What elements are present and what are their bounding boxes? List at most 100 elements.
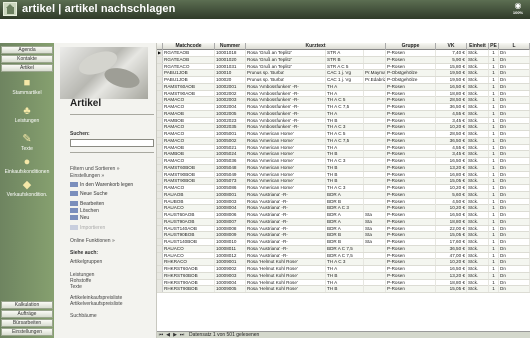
table-row[interactable]: RHKRST60AOB 10009002 Rosa 'Helmut Kohl Ros… — [157, 266, 530, 273]
table-row[interactable]: RAUACO 10008011 Rosa 'Austriana' -R- BDR A … — [157, 245, 530, 253]
nav-button-einstellungen[interactable]: Einstellungen — [1, 328, 53, 336]
table-cell: 28,50 € — [436, 97, 467, 104]
nav-item-label: Leistungen — [14, 118, 40, 124]
first-record-button[interactable]: ⏮ — [158, 332, 164, 338]
table-row[interactable]: RAMACO 10005002 Rosa 'American Home' TH A C… — [157, 137, 530, 145]
prev-record-button[interactable]: ◀ — [165, 332, 171, 338]
table-row[interactable]: RAMST60AOB 10002001 Rosa 'Ambossfunken' -R… — [157, 83, 530, 91]
nav-button-buersarbeiten[interactable]: Bürsarbeiten — [1, 319, 53, 327]
table-cell: Dn — [499, 117, 530, 124]
column-header-gruppe[interactable]: Gruppe — [386, 43, 436, 50]
table-row[interactable]: RAMAOB 10005021 Rosa 'American Home' TH A P-… — [157, 144, 530, 152]
table-cell: RAUAOB — [163, 191, 215, 198]
table-row[interactable]: RAMST90BOB 10005073 Rosa 'American Home' TH… — [157, 178, 530, 185]
table-row[interactable]: RAMAOB 10002005 Rosa 'Ambossfunken' -R- TH … — [157, 110, 530, 118]
column-header-vk[interactable]: VK — [436, 43, 467, 50]
table-row[interactable]: RGATEAOB 10001020 Rosa 'Gruß an Teplitz' ST… — [157, 56, 530, 64]
table-row[interactable]: RAMST90AOB 10002002 Rosa 'Ambossfunken' -R… — [157, 90, 530, 98]
edit-button[interactable]: Bearbeiten — [70, 201, 104, 207]
link-suchbaeume[interactable]: Suchbäume — [70, 313, 97, 319]
table-cell: RAUST140BOB — [163, 239, 215, 245]
table-cell: RAMACO — [163, 124, 215, 131]
table-cell: P-Rosen — [386, 90, 436, 97]
column-header-kurztext[interactable]: Kurztext — [246, 43, 386, 50]
table-cell — [364, 124, 386, 131]
table-row[interactable]: RAMACO 10002035 Rosa 'Ambossfunken' -R- TH … — [157, 124, 530, 131]
new-search-button[interactable]: Neue Suche — [70, 191, 108, 197]
next-record-button[interactable]: ▶ — [172, 332, 178, 338]
settings-link[interactable]: Einstellungen » — [70, 173, 104, 179]
column-header-nummer[interactable]: Nummer — [215, 43, 246, 50]
table-row[interactable]: RAUBOB 10008003 Rosa 'Austriana' -R- BDR B P… — [157, 198, 530, 206]
last-record-button[interactable]: ⏭ — [179, 332, 185, 338]
home-icon[interactable] — [3, 2, 17, 16]
link-verkaufspreisliste[interactable]: Artikelverkaufspreisliste — [70, 301, 123, 307]
nav-item-leistungen[interactable]: ♣ Leistungen — [0, 105, 54, 124]
table-row[interactable]: PABU1JOB 100010 Prunus sp. 'Burba' CAC 1 j.… — [157, 70, 530, 77]
table-row[interactable]: RAUST60AOB 10008006 Rosa 'Austriana' -R- BD… — [157, 212, 530, 219]
nav-button-auftraege[interactable]: Aufträge — [1, 310, 53, 318]
nav-button-agenda[interactable]: Agenda — [1, 46, 53, 54]
table-cell: Rosa 'American Home' — [246, 131, 326, 137]
table-row[interactable]: RAUACO 10008012 Rosa 'Austriana' -R- BDR A … — [157, 252, 530, 260]
online-functions-link[interactable]: Online Funktionen » — [70, 238, 115, 244]
table-cell: TH A — [326, 110, 364, 117]
table-cell: 10008012 — [215, 252, 246, 259]
nav-item-texte[interactable]: ✎ Texte — [0, 133, 54, 152]
column-header-einheit[interactable]: Einheit — [467, 43, 489, 50]
table-row[interactable]: RHKRACO 10009001 Rosa 'Helmut Kohl Rose' TH… — [157, 259, 530, 266]
table-row[interactable]: RAMACO 10005086 Rosa 'American Home' TH A C… — [157, 185, 530, 192]
table-cell: 13,20 € — [436, 164, 467, 171]
new-button[interactable]: Neu — [70, 215, 89, 221]
nav-button-kontakte[interactable]: Kontakte — [1, 55, 53, 63]
table-row[interactable]: RAMACO 10002003 Rosa 'Ambossfunken' -R- TH … — [157, 97, 530, 104]
table-row[interactable]: RAUST90AOB 10008007 Rosa 'Austriana' -R- BD… — [157, 218, 530, 226]
delete-button[interactable]: Löschen — [70, 208, 99, 214]
table-cell: P-Obstgehölze — [386, 70, 436, 77]
table-row[interactable]: RAUST140BOB 10008010 Rosa 'Austriana' -R- B… — [157, 239, 530, 246]
table-cell: RGATEACO — [163, 63, 215, 70]
table-row[interactable]: RAUAOB 10008001 Rosa 'Austriana' -R- BDR A P… — [157, 191, 530, 199]
table-cell: BDR B — [326, 198, 364, 205]
nav-item-stammartikel[interactable]: ■ Stammartikel — [0, 77, 54, 96]
table-row[interactable]: RAMBOB 10005024 Rosa 'American Home' TH B P-… — [157, 151, 530, 158]
add-to-cart-button[interactable]: In den Warenkorb legen — [70, 182, 133, 188]
table-cell: 10005049 — [215, 171, 246, 178]
zoom-control[interactable]: ◉ 100% — [510, 2, 526, 17]
table-row[interactable]: RHKRST90AOB 10009004 Rosa 'Helmut Kohl Ros… — [157, 279, 530, 287]
nav-item-einkaufskonditionen[interactable]: ● Einkaufskonditionen — [0, 156, 54, 175]
column-header-matchcode[interactable]: Matchcode — [163, 43, 215, 50]
new-icon — [70, 215, 78, 221]
nav-button-artikel[interactable]: Artikel — [1, 64, 53, 72]
link-artikelgruppen[interactable]: Artikelgruppen — [70, 259, 102, 265]
table-row[interactable]: PABU1JOB 100020 Prunus sp. 'Burba' CAC 1 j.… — [157, 77, 530, 84]
table-cell: Stck. — [467, 171, 489, 178]
table-row[interactable]: RAMBOB 10002023 Rosa 'Ambossfunken' -R- TH … — [157, 117, 530, 125]
table-row[interactable]: RGATEAOB10001018Rosa 'Gruß an Teplitz'ST… — [157, 50, 530, 57]
table-cell: P-Rosen — [386, 205, 436, 212]
table-row[interactable]: RAMACO 10005001 Rosa 'American Home' TH A C… — [157, 131, 530, 138]
link-texte[interactable]: Texte — [70, 284, 82, 290]
table-row[interactable]: RAMST60BOB 10005048 Rosa 'American Home' TH… — [157, 164, 530, 172]
table-row[interactable]: RHKRST60BOB 10009003 Rosa 'Helmut Kohl Ros… — [157, 272, 530, 280]
table-cell: TH B — [326, 151, 364, 158]
table-row[interactable]: RAMACO 10002004 Rosa 'Ambossfunken' -R- TH … — [157, 104, 530, 111]
table-row[interactable]: RGATEACO 10001031 Rosa 'Gruß an Teplitz' ST… — [157, 63, 530, 71]
column-header-pe[interactable]: PE — [489, 43, 499, 50]
table-row[interactable]: RHKRST90BOB 10009005 Rosa 'Helmut Kohl Ros… — [157, 286, 530, 293]
table-row[interactable]: RAUST90BOB 10008009 Rosa 'Austriana' -R- BD… — [157, 232, 530, 239]
column-header-l[interactable]: L — [499, 43, 530, 50]
table-cell: RAMBOB — [163, 117, 215, 124]
table-cell: Dn — [499, 104, 530, 110]
table-cell — [364, 83, 386, 90]
nav-button-kalkulation[interactable]: Kalkulation — [1, 301, 53, 309]
table-cell: RHKRST60AOB — [163, 266, 215, 272]
import-button[interactable]: Importieren — [70, 225, 105, 231]
table-row[interactable]: RAUACO 10008004 Rosa 'Austriana' -R- BDR A … — [157, 205, 530, 212]
filter-sort-link[interactable]: Filtern und Sortieren » — [70, 166, 119, 172]
table-row[interactable]: RAUST140AOB 10008008 Rosa 'Austriana' -R- B… — [157, 225, 530, 233]
search-input[interactable] — [70, 139, 154, 147]
table-row[interactable]: RAMACO 10005036 Rosa 'American Home' TH A C… — [157, 158, 530, 165]
nav-item-verkaufskonditionen[interactable]: ◆ Verkaufskondition. — [0, 179, 54, 198]
table-row[interactable]: RAMST90BOB 10005049 Rosa 'American Home' TH… — [157, 171, 530, 179]
